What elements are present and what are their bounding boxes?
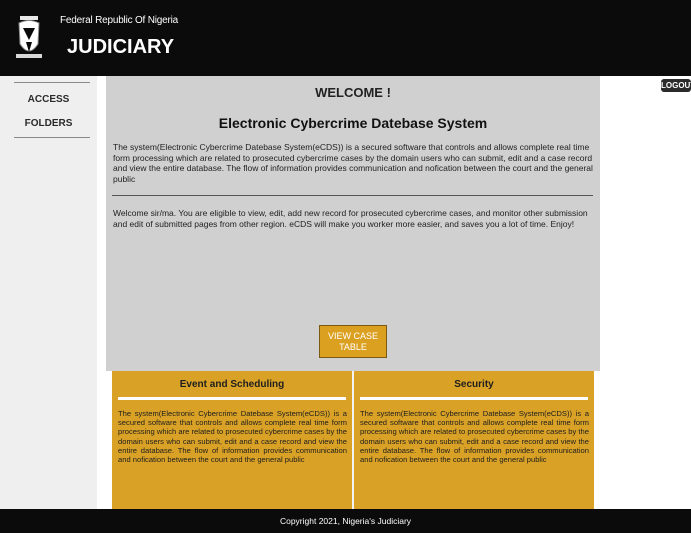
event-scheduling-card: Event and Scheduling The system(Electron… xyxy=(112,371,352,509)
card-title: Event and Scheduling xyxy=(179,379,285,390)
card-text: The system(Electronic Cybercrime Datebas… xyxy=(360,409,589,465)
logout-button[interactable]: LOGOUT xyxy=(661,79,691,92)
system-title: Electronic Cybercrime Datebase System xyxy=(218,115,488,131)
card-divider xyxy=(360,397,588,400)
sidebar-divider-top xyxy=(14,82,90,83)
card-text: The system(Electronic Cybercrime Datebas… xyxy=(118,409,347,465)
sidebar: ACCESS FOLDERS xyxy=(0,76,97,509)
sidebar-item-access[interactable]: ACCESS xyxy=(0,94,97,105)
sidebar-divider-bottom xyxy=(14,137,90,138)
panel-divider xyxy=(112,195,593,196)
welcome-panel: WELCOME ! Electronic Cybercrime Datebase… xyxy=(106,76,600,371)
footer: Copyright 2021, Nigeria's Judiciary xyxy=(0,509,691,533)
view-button-line1: VIEW CASE xyxy=(327,331,378,341)
card-divider xyxy=(118,397,346,400)
coat-of-arms-icon xyxy=(16,16,42,58)
security-card: Security The system(Electronic Cybercrim… xyxy=(354,371,594,509)
welcome-heading: WELCOME ! xyxy=(315,85,391,100)
sidebar-item-folders[interactable]: FOLDERS xyxy=(0,118,97,129)
card-title: Security xyxy=(454,379,494,390)
brand-title: JUDICIARY xyxy=(67,36,175,58)
welcome-message: Welcome sir/ma. You are eligible to view… xyxy=(113,208,588,229)
system-description: The system(Electronic Cybercrime Datebas… xyxy=(113,142,593,184)
top-header: Federal Republic Of Nigeria JUDICIARY xyxy=(0,0,691,76)
view-button-line2: TABLE xyxy=(339,342,367,352)
republic-label: Federal Republic Of Nigeria xyxy=(60,15,178,26)
view-case-table-button[interactable]: VIEW CASE TABLE xyxy=(319,325,387,358)
